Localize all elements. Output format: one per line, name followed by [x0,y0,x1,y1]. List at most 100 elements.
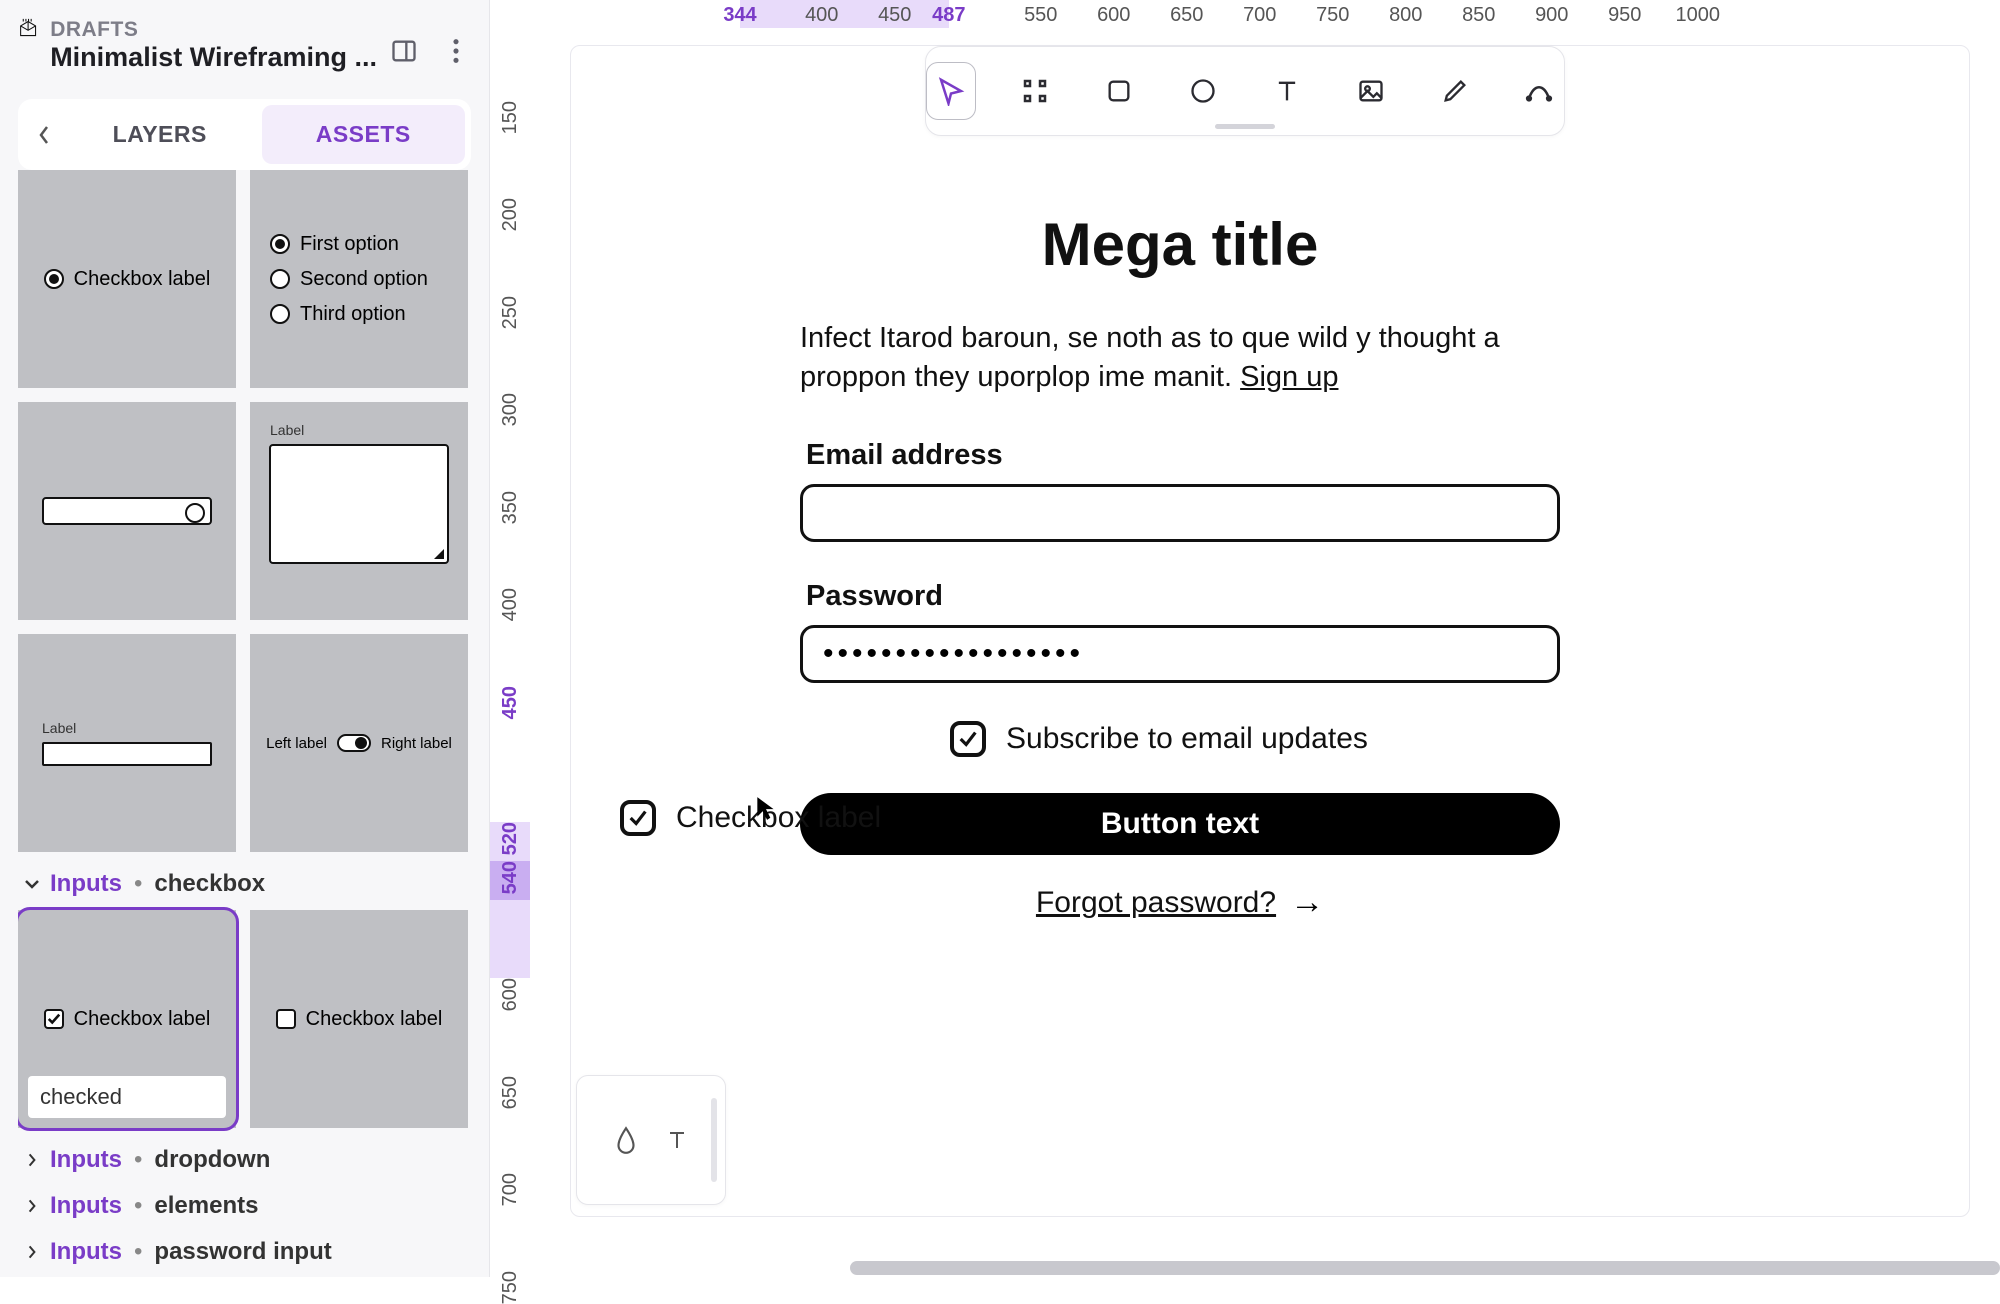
forgot-row[interactable]: Forgot password? → [800,883,1560,922]
ruler-tick: 800 [1389,4,1422,27]
ruler-tick: 1000 [1676,4,1721,27]
asset-label: First option [300,233,399,256]
ruler-tick: 850 [1462,4,1495,27]
asset-label: Label [42,720,76,736]
tool-frame-icon[interactable] [1010,62,1060,120]
ruler-tick: 750 [499,1271,522,1304]
drag-label: Checkbox label [676,801,881,835]
tool-rectangle-icon[interactable] [1094,62,1144,120]
ruler-tick: 600 [499,978,522,1011]
ruler-tick: 400 [805,4,838,27]
forgot-password-link[interactable]: Forgot password? [1036,886,1276,920]
asset-label: Third option [300,303,406,326]
section-dropdown[interactable]: Inputs•dropdown [22,1146,471,1174]
ruler-tick: 650 [1170,4,1203,27]
dot-separator: • [130,870,146,898]
more-icon[interactable] [441,36,471,66]
section-group: Inputs [50,1192,122,1220]
panel-resize-handle[interactable] [711,1098,717,1182]
ruler-tick: 520 [499,822,522,855]
email-label[interactable]: Email address [806,439,1560,472]
text-style-icon[interactable] [665,1127,689,1153]
file-name[interactable]: Minimalist Wireframing ... [50,42,377,73]
asset-toggle[interactable]: Left label Right label [250,634,468,852]
submit-button[interactable]: Button text [800,793,1560,855]
signup-link[interactable]: Sign up [1240,361,1338,393]
ruler-tick: 400 [499,588,522,621]
tab-assets[interactable]: ASSETS [262,105,466,164]
email-field[interactable] [800,484,1560,542]
tab-layers[interactable]: LAYERS [58,105,262,164]
asset-label: Left label [266,735,327,752]
asset-label: Checkbox label [306,1008,443,1031]
tool-pencil-icon[interactable] [1430,62,1480,120]
page-title[interactable]: Mega title [800,210,1560,279]
chevron-right-icon [22,1242,42,1262]
asset-label: Right label [381,735,452,752]
tool-ellipse-icon[interactable] [1178,62,1228,120]
asset-label: Second option [300,268,428,291]
section-name: dropdown [154,1146,270,1174]
sidebar-tabs: LAYERS ASSETS [18,99,471,170]
ruler-tick: 150 [499,101,522,134]
chevron-right-icon [22,1150,42,1170]
horizontal-scrollbar[interactable] [850,1259,2000,1277]
panel-icon[interactable] [389,36,419,66]
password-label[interactable]: Password [806,580,1560,613]
ruler-tick: 300 [499,393,522,426]
checkbox-icon[interactable] [620,800,656,836]
section-group: Inputs [50,1146,122,1174]
checkbox-icon[interactable] [950,721,986,757]
tool-select-icon[interactable] [926,62,976,120]
asset-checkbox-unchecked[interactable]: Checkbox label [250,910,468,1128]
ruler-vertical: 150200250300350400450520540600650700750 [490,28,530,1277]
asset-search-input[interactable] [18,402,236,620]
tool-text-icon[interactable] [1262,62,1312,120]
section-name: checkbox [154,870,265,898]
app-logo-icon[interactable] [18,18,38,64]
asset-label: Label [270,422,304,438]
tool-pen-icon[interactable] [1514,62,1564,120]
section-name: password input [154,1238,331,1266]
asset-caption: checked [28,1076,226,1118]
ruler-tick: 250 [499,296,522,329]
section-elements[interactable]: Inputs•elements [22,1192,471,1220]
dot-separator: • [130,1238,146,1266]
ruler-tick: 700 [499,1173,522,1206]
canvas-toolbar [925,46,1565,136]
password-field[interactable] [800,625,1560,683]
ruler-tick: 550 [1024,4,1057,27]
intro-text[interactable]: Infect Itarod baroun, se noth as to que … [800,319,1560,397]
intro-text-body: Infect Itarod baroun, se noth as to que … [800,322,1500,393]
ruler-tick: 350 [499,491,522,524]
asset-radio-group[interactable]: First option Second option Third option [250,170,468,388]
breadcrumb-drafts[interactable]: DRAFTS [50,18,377,42]
asset-radio-single[interactable]: Checkbox label [18,170,236,388]
ruler-tick: 700 [1243,4,1276,27]
section-password-input[interactable]: Inputs•password input [22,1238,471,1266]
style-mini-panel[interactable] [576,1075,726,1205]
asset-checkbox-checked[interactable]: Checkbox label checked [18,910,236,1128]
section-inputs-checkbox[interactable]: Inputs • checkbox [22,870,471,898]
asset-text-input[interactable]: Label [18,634,236,852]
asset-textarea[interactable]: Label [250,402,468,620]
droplet-icon[interactable] [613,1125,639,1155]
canvas[interactable]: 3444004504875506006507007508008509009501… [490,0,2000,1277]
subscribe-label: Subscribe to email updates [1006,722,1368,756]
sidebar: DRAFTS Minimalist Wireframing ... LAYERS… [0,0,490,1277]
ruler-horizontal: 3444004504875506006507007508008509009501… [530,0,2000,28]
subscribe-checkbox-row[interactable]: Subscribe to email updates [950,721,1560,757]
ruler-tick: 900 [1535,4,1568,27]
section-group: Inputs [50,870,122,898]
ruler-tick: 450 [499,686,522,719]
mouse-cursor-icon [755,795,777,817]
ruler-tick: 950 [1608,4,1641,27]
toolbar-drag-handle[interactable] [1215,124,1275,129]
assets-panel: Checkbox label First option Second optio… [18,170,471,1277]
ruler-tick: 344 [723,4,756,27]
back-icon[interactable] [30,121,58,149]
dragging-component[interactable]: Checkbox label [620,800,881,836]
tool-image-icon[interactable] [1346,62,1396,120]
chevron-right-icon [22,1196,42,1216]
form-mock[interactable]: Mega title Infect Itarod baroun, se noth… [800,210,1560,922]
